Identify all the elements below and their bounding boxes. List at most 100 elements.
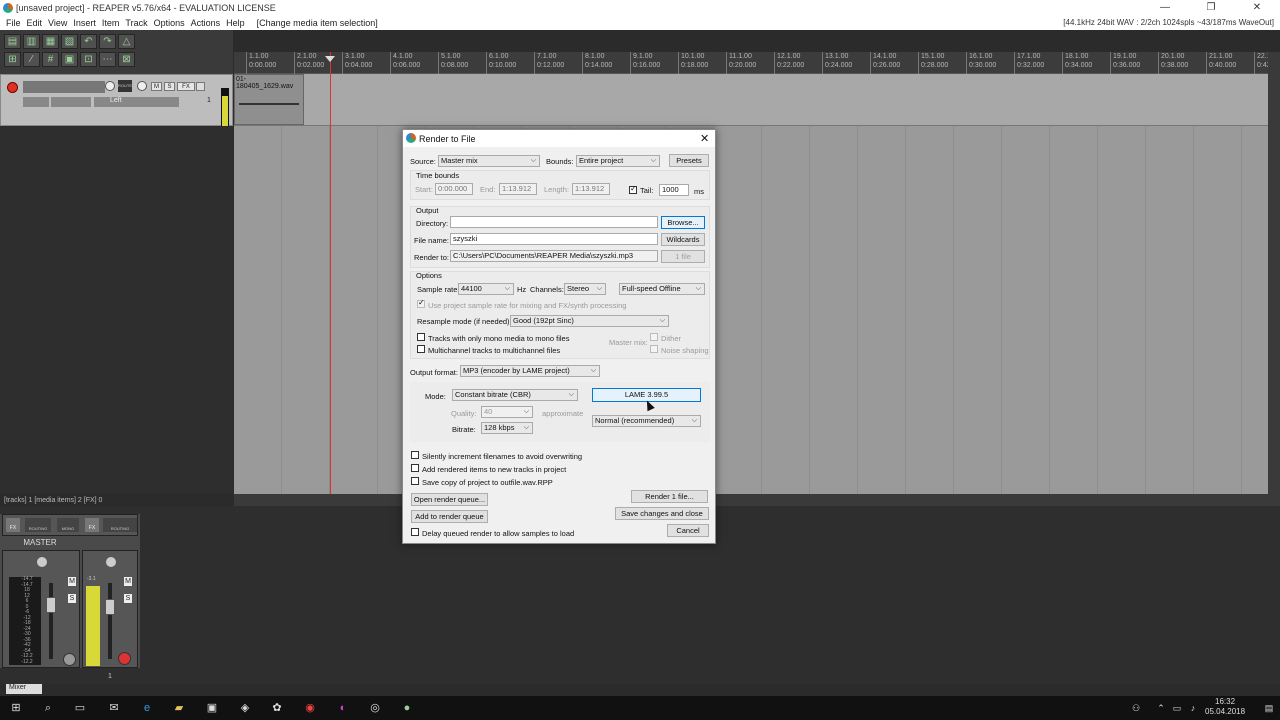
project-settings-icon[interactable]: ▧ <box>61 34 78 49</box>
start-windows-icon[interactable]: ⊞ <box>8 700 24 716</box>
end-field[interactable]: 1:13.912 <box>499 183 537 195</box>
route-button[interactable]: ROUTE <box>118 80 132 92</box>
bounds-select[interactable]: Entire project ⌵ <box>576 155 660 167</box>
delay-queued-checkbox[interactable] <box>411 528 419 536</box>
tail-field[interactable]: 1000 <box>659 184 689 196</box>
channels-select[interactable]: Stereo ⌵ <box>564 283 606 295</box>
horizontal-scrollbar[interactable] <box>234 494 1280 506</box>
master-settings-icon[interactable] <box>63 653 76 666</box>
presets-button[interactable]: Presets <box>669 154 709 167</box>
track-fader[interactable] <box>105 599 115 615</box>
master-routing-button[interactable]: ROUTING <box>25 518 51 532</box>
master-mute-button[interactable]: M <box>67 576 77 587</box>
trim-icon[interactable]: ⊡ <box>80 52 97 67</box>
volume-icon[interactable]: ♪ <box>1185 700 1201 716</box>
search-icon[interactable]: ⌕ <box>40 700 56 716</box>
input-monitor-icon[interactable] <box>23 97 49 107</box>
envelope-icon[interactable]: ⋯ <box>99 52 116 67</box>
solo-button[interactable]: S <box>164 82 175 91</box>
new-project-icon[interactable]: ▤ <box>4 34 21 49</box>
tab-mixer[interactable]: Mixer <box>6 684 42 694</box>
add-rendered-checkbox[interactable] <box>411 464 419 472</box>
track-record-arm-icon[interactable] <box>118 652 131 665</box>
master-pan-knob[interactable] <box>36 556 48 568</box>
mono-tracks-checkbox[interactable] <box>417 333 425 341</box>
fx-button[interactable]: FX <box>177 82 195 91</box>
menu-actions[interactable]: Actions <box>191 18 221 28</box>
ripple-edit-icon[interactable]: ⁄ <box>23 52 40 67</box>
track-routing-button[interactable]: ROUTING <box>103 518 137 532</box>
track-solo-button[interactable]: S <box>123 593 133 604</box>
open-project-icon[interactable]: ▥ <box>23 34 40 49</box>
track-name-field[interactable] <box>23 81 105 93</box>
edit-cursor[interactable] <box>330 52 331 494</box>
render-button[interactable]: Render 1 file... <box>631 490 708 503</box>
dither-checkbox[interactable] <box>650 333 658 341</box>
output-format-select[interactable]: MP3 (encoder by LAME project) ⌵ <box>460 365 600 377</box>
grid-icon[interactable]: # <box>42 52 59 67</box>
track-lane[interactable] <box>234 74 1268 126</box>
chrome-icon[interactable]: ◉ <box>302 700 318 716</box>
mode-select[interactable]: Constant bitrate (CBR) ⌵ <box>452 389 578 401</box>
task-view-icon[interactable]: ▭ <box>72 700 88 716</box>
system-clock[interactable]: 16:32 05.04.2018 <box>1205 697 1245 717</box>
save-copy-checkbox[interactable] <box>411 477 419 485</box>
undo-icon[interactable]: ↶ <box>80 34 97 49</box>
menu-item[interactable]: Item <box>102 18 120 28</box>
fx-bypass-icon[interactable] <box>196 82 205 91</box>
vertical-scrollbar[interactable] <box>1268 52 1280 494</box>
maximize-icon[interactable]: ❐ <box>1188 0 1234 16</box>
menu-help[interactable]: Help <box>226 18 245 28</box>
open-render-queue-button[interactable]: Open render queue... <box>411 493 488 506</box>
app-icon-a[interactable]: ◈ <box>237 700 253 716</box>
encoding-quality-select[interactable]: Normal (recommended) ⌵ <box>592 415 701 427</box>
track-control-panel[interactable]: ROUTE M S FX Left 1 <box>0 74 233 126</box>
browse-button[interactable]: Browse... <box>661 216 705 229</box>
silently-increment-checkbox[interactable] <box>411 451 419 459</box>
lock-icon[interactable]: ⊠ <box>118 52 135 67</box>
menu-insert[interactable]: Insert <box>73 18 96 28</box>
media-item[interactable]: 01-180405_1629.wav <box>234 74 304 125</box>
track-mute-button[interactable]: M <box>123 576 133 587</box>
pan-knob[interactable] <box>137 81 147 91</box>
timeline-ruler[interactable]: 1.1.00 0:00.000 2.1.00 0:02.000 3.1.00 0:04.0… <box>234 52 1280 74</box>
store-icon[interactable]: ▣ <box>204 700 220 716</box>
menu-options[interactable]: Options <box>154 18 185 28</box>
volume-knob[interactable] <box>105 81 115 91</box>
render-speed-select[interactable]: Full-speed Offline ⌵ <box>619 283 705 295</box>
close-icon[interactable]: ✕ <box>1234 0 1280 16</box>
mute-button[interactable]: M <box>151 82 162 91</box>
tray-chevron-icon[interactable]: ⌃ <box>1153 700 1169 716</box>
save-changes-close-button[interactable]: Save changes and close <box>615 507 709 520</box>
network-icon[interactable]: ▭ <box>1169 700 1185 716</box>
master-fx-button[interactable]: FX <box>6 518 20 532</box>
tcp-empty-area[interactable] <box>0 127 233 494</box>
menu-edit[interactable]: Edit <box>27 18 43 28</box>
multichannel-checkbox[interactable] <box>417 345 425 353</box>
files-button[interactable]: 1 file <box>661 250 705 263</box>
track-pan-knob[interactable] <box>105 556 117 568</box>
menu-view[interactable]: View <box>48 18 67 28</box>
input-select[interactable] <box>51 97 91 107</box>
app-icon-d[interactable]: ◎ <box>367 700 383 716</box>
length-field[interactable]: 1:13.912 <box>572 183 610 195</box>
app-icon-c[interactable]: ◐ <box>335 700 351 716</box>
metronome-icon[interactable]: △ <box>118 34 135 49</box>
samplerate-select[interactable]: 44100 ⌵ <box>458 283 514 295</box>
master-solo-button[interactable]: S <box>67 593 77 604</box>
bitrate-select[interactable]: 128 kbps ⌵ <box>481 422 533 434</box>
redo-icon[interactable]: ↷ <box>99 34 116 49</box>
wildcards-button[interactable]: Wildcards <box>661 233 705 246</box>
cursor-marker-icon[interactable] <box>325 56 335 62</box>
snap-icon[interactable]: ⊞ <box>4 52 21 67</box>
resample-select[interactable]: Good (192pt Sinc) ⌵ <box>510 315 669 327</box>
quality-select[interactable]: 40 ⌵ <box>481 406 533 418</box>
add-to-render-queue-button[interactable]: Add to render queue <box>411 510 488 523</box>
menu-file[interactable]: File <box>6 18 21 28</box>
save-project-icon[interactable]: ▦ <box>42 34 59 49</box>
directory-field[interactable] <box>450 216 658 228</box>
arrange-view[interactable] <box>234 74 1268 494</box>
item-grouping-icon[interactable]: ▣ <box>61 52 78 67</box>
master-mono-button[interactable]: MONO <box>57 518 79 532</box>
minimize-icon[interactable]: — <box>1142 0 1188 16</box>
